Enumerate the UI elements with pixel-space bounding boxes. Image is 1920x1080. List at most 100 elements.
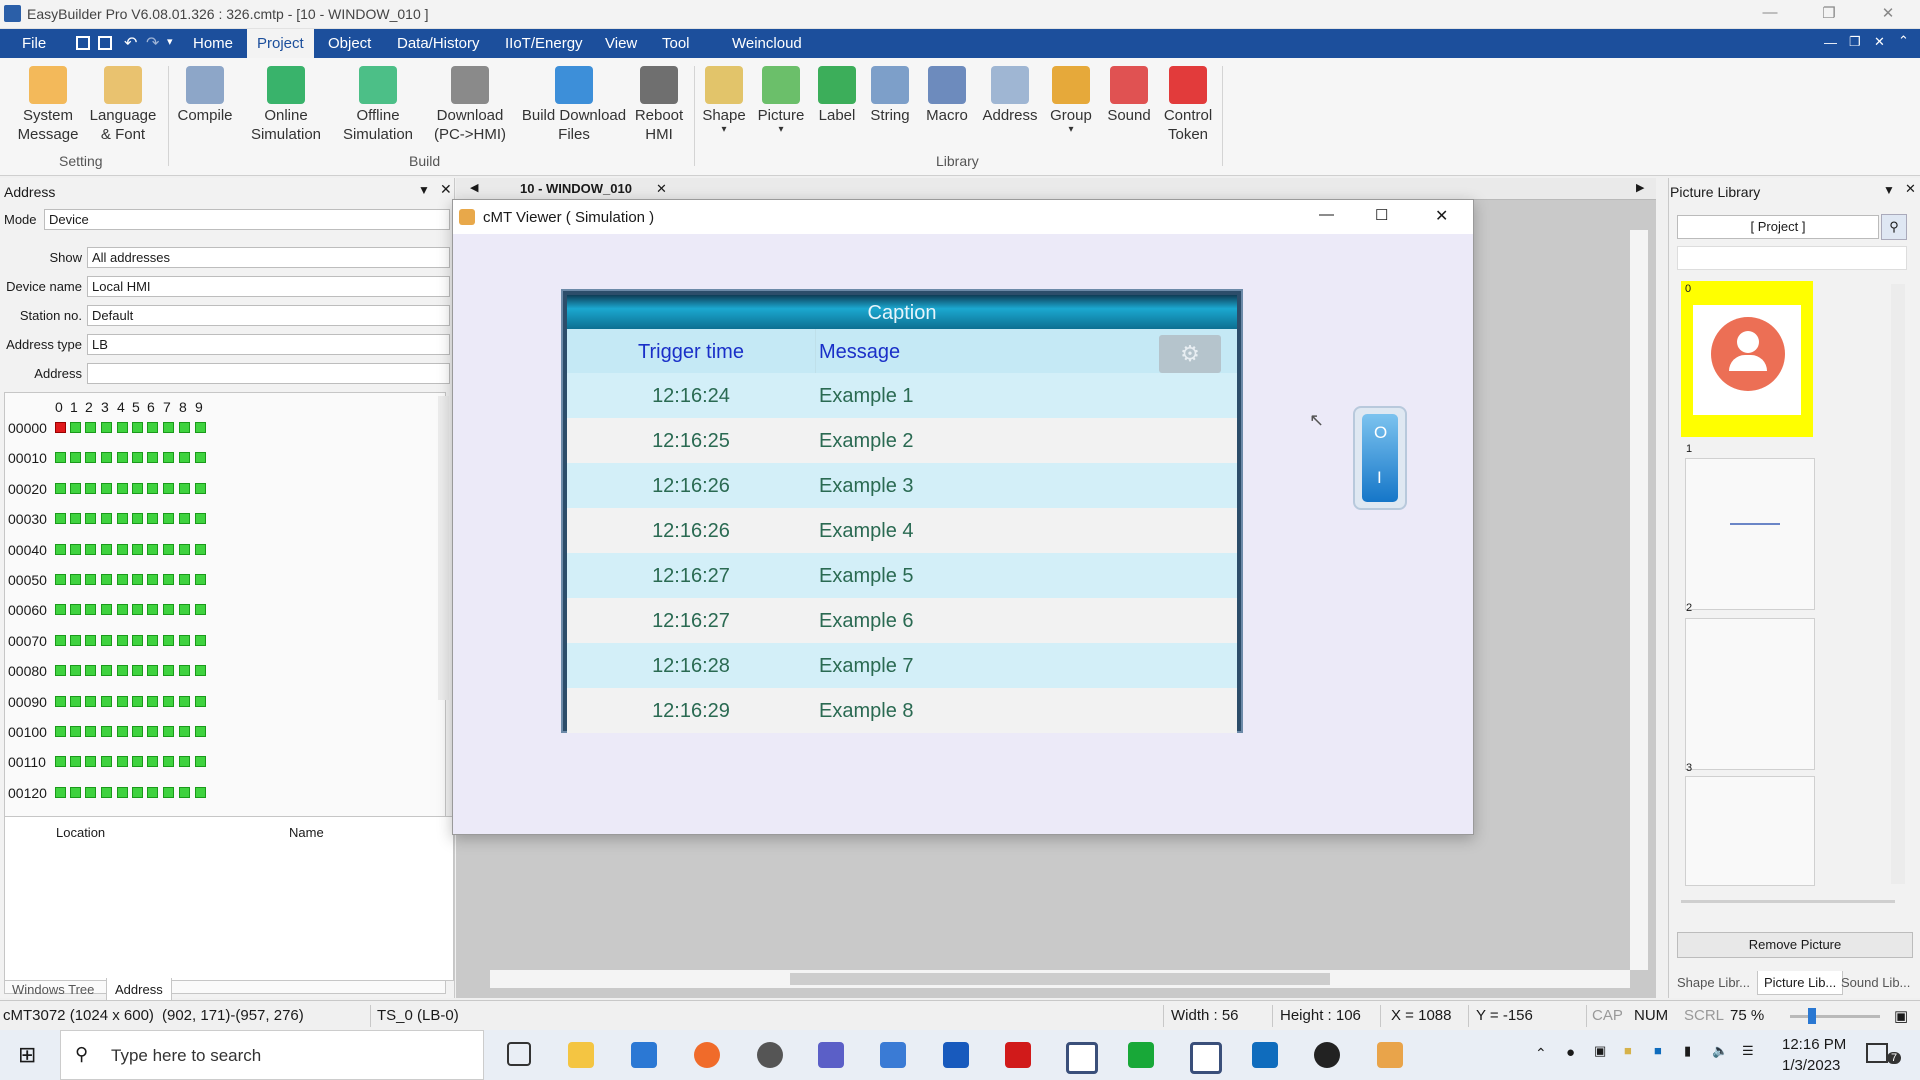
shape-dropdown-icon[interactable]: ▾ bbox=[696, 125, 752, 135]
lb-bit-cell[interactable] bbox=[195, 543, 206, 555]
panel-dropdown-icon[interactable]: ▼ bbox=[1883, 183, 1895, 197]
menu-object[interactable]: Object bbox=[328, 35, 371, 52]
lb-bit-cell[interactable] bbox=[85, 482, 96, 494]
station-no-select[interactable]: Default bbox=[87, 305, 450, 326]
ribbon-close-icon[interactable]: ✕ bbox=[1874, 34, 1885, 50]
panel-close-icon[interactable]: ✕ bbox=[440, 181, 452, 198]
lb-bit-cell[interactable] bbox=[101, 482, 112, 494]
lb-bit-cell[interactable] bbox=[117, 604, 128, 616]
lb-bit-cell[interactable] bbox=[163, 422, 174, 433]
obs-icon[interactable] bbox=[1314, 1042, 1340, 1068]
tab-sound-library[interactable]: Sound Lib... bbox=[1841, 975, 1910, 990]
redo-icon[interactable]: ↷ bbox=[146, 33, 159, 53]
category-select[interactable]: [ Project ] bbox=[1677, 215, 1879, 239]
lb-bit-cell[interactable] bbox=[117, 452, 128, 464]
lb-bit-cell[interactable] bbox=[101, 756, 112, 768]
lb-bit-cell[interactable] bbox=[70, 634, 81, 646]
thumb-size-slider[interactable] bbox=[1681, 900, 1895, 903]
lb-bit-cell[interactable] bbox=[70, 422, 81, 433]
editor-tab-close-icon[interactable]: ✕ bbox=[656, 181, 667, 197]
lb-bit-cell[interactable] bbox=[101, 665, 112, 677]
lb-bit-cell[interactable] bbox=[195, 574, 206, 585]
lb-bit-cell[interactable] bbox=[163, 513, 174, 525]
thumb-1[interactable] bbox=[1685, 458, 1815, 610]
viewer-maximize-icon[interactable]: ☐ bbox=[1375, 206, 1388, 224]
display-icon[interactable]: ▣ bbox=[1594, 1043, 1606, 1059]
lb-bit-cell[interactable] bbox=[85, 665, 96, 677]
show-select[interactable]: All addresses bbox=[87, 247, 450, 268]
build-download-files-button[interactable]: Build Download Files bbox=[516, 66, 632, 144]
tab-left-arrow-icon[interactable]: ◀ bbox=[470, 181, 478, 194]
lb-bit-cell[interactable] bbox=[70, 756, 81, 768]
cmt-viewer-icon[interactable] bbox=[1377, 1042, 1403, 1068]
control-token-button[interactable]: Control Token bbox=[1158, 66, 1218, 144]
editor-tab[interactable]: 10 - WINDOW_010 bbox=[520, 181, 632, 196]
compile-button[interactable]: Compile bbox=[172, 66, 238, 125]
notification-icon[interactable] bbox=[1866, 1043, 1888, 1063]
tab-windows-tree[interactable]: Windows Tree bbox=[12, 982, 94, 997]
lb-bit-cell[interactable] bbox=[70, 513, 81, 525]
lb-bit-cell[interactable] bbox=[85, 604, 96, 616]
toggle-switch[interactable]: O I bbox=[1353, 406, 1407, 510]
thumb-0[interactable]: 0 bbox=[1681, 281, 1813, 437]
picture-dropdown-icon[interactable]: ▾ bbox=[753, 125, 809, 135]
viewer-close-icon[interactable]: ✕ bbox=[1435, 206, 1448, 226]
tab-right-arrow-icon[interactable]: ▶ bbox=[1636, 181, 1644, 194]
viewer-minimize-icon[interactable]: — bbox=[1319, 206, 1334, 223]
lb-bit-cell[interactable] bbox=[70, 452, 81, 464]
lb-bit-cell[interactable] bbox=[179, 574, 190, 585]
lb-bit-cell[interactable] bbox=[195, 604, 206, 616]
restore-icon[interactable]: ❐ bbox=[1814, 4, 1844, 24]
editor-vertical-scrollbar[interactable] bbox=[1630, 230, 1648, 970]
file-explorer-icon[interactable] bbox=[568, 1042, 594, 1068]
thumb-3[interactable] bbox=[1685, 776, 1815, 886]
lb-bit-cell[interactable] bbox=[195, 513, 206, 525]
save-all-icon[interactable] bbox=[98, 36, 112, 50]
lb-bit-cell[interactable] bbox=[163, 604, 174, 616]
menu-view[interactable]: View bbox=[605, 35, 637, 52]
lb-bit-cell[interactable] bbox=[179, 543, 190, 555]
menu-project[interactable]: Project bbox=[247, 29, 314, 58]
settings-gear-icon[interactable] bbox=[757, 1042, 783, 1068]
offline-simulation-button[interactable]: Offline Simulation bbox=[334, 66, 422, 144]
word-icon[interactable] bbox=[943, 1042, 969, 1068]
device-name-select[interactable]: Local HMI bbox=[87, 276, 450, 297]
microphone-icon[interactable]: ● bbox=[1566, 1044, 1575, 1061]
lb-bit-cell[interactable] bbox=[85, 634, 96, 646]
tab-picture-library[interactable]: Picture Lib... bbox=[1757, 971, 1844, 995]
lb-bit-cell[interactable] bbox=[147, 726, 158, 737]
red-app-icon[interactable] bbox=[1005, 1042, 1031, 1068]
lb-bit-cell[interactable] bbox=[117, 634, 128, 646]
address-button[interactable]: Address bbox=[978, 66, 1042, 125]
lb-bit-cell[interactable] bbox=[85, 695, 96, 707]
lb-bit-cell[interactable] bbox=[70, 786, 81, 798]
lb-bit-cell[interactable] bbox=[132, 665, 143, 677]
lb-bit-cell[interactable] bbox=[85, 422, 96, 433]
lb-bit-cell[interactable] bbox=[85, 574, 96, 585]
menu-tool[interactable]: Tool bbox=[662, 35, 690, 52]
library-scrollbar[interactable] bbox=[1891, 284, 1905, 884]
lb-bit-cell[interactable] bbox=[70, 604, 81, 616]
lb-bit-cell[interactable] bbox=[195, 452, 206, 464]
lb-bit-cell[interactable] bbox=[132, 786, 143, 798]
menu-file[interactable]: File bbox=[22, 35, 46, 52]
ribbon-collapse-icon[interactable]: ⌃ bbox=[1898, 33, 1909, 49]
language-font-button[interactable]: Language & Font bbox=[86, 66, 160, 144]
minimize-icon[interactable]: — bbox=[1755, 4, 1785, 24]
lb-bit-cell[interactable] bbox=[117, 543, 128, 555]
remove-picture-button[interactable]: Remove Picture bbox=[1677, 932, 1913, 958]
lb-bit-cell[interactable] bbox=[85, 786, 96, 798]
tray-chevron-icon[interactable]: ⌃ bbox=[1535, 1045, 1547, 1062]
easybuilder-window-icon[interactable] bbox=[1190, 1042, 1222, 1074]
menu-home[interactable]: Home bbox=[193, 35, 233, 52]
lb-bit-cell[interactable] bbox=[55, 543, 66, 555]
lb-bit-cell[interactable] bbox=[195, 756, 206, 768]
lb-bit-cell[interactable] bbox=[147, 665, 158, 677]
lb-bit-cell[interactable] bbox=[147, 513, 158, 525]
lb-bit-cell[interactable] bbox=[85, 513, 96, 525]
lb-bit-cell[interactable] bbox=[132, 574, 143, 585]
fit-screen-icon[interactable]: ▣ bbox=[1894, 1007, 1908, 1025]
lb-bit-cell[interactable] bbox=[55, 786, 66, 798]
easybuilder-icon[interactable] bbox=[1066, 1042, 1098, 1074]
lb-bit-cell[interactable] bbox=[55, 422, 66, 433]
